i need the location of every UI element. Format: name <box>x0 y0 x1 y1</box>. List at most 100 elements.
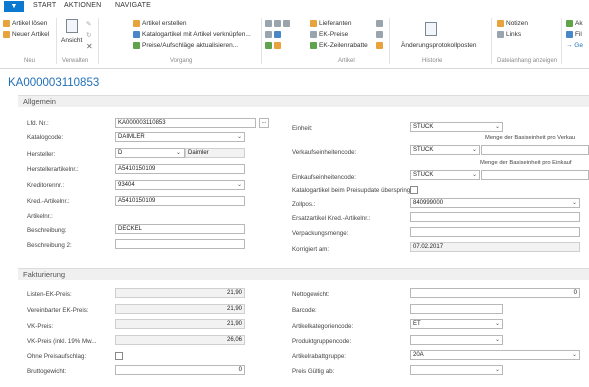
package-icon <box>376 42 383 49</box>
menge-einkauf-note: Menge der Basiseinheit pro Einkauf <box>480 160 572 166</box>
menge-verkauf-note: Menge der Basiseinheit pro Verkau <box>485 135 576 141</box>
section-fakturierung[interactable]: Fakturierung <box>18 268 589 280</box>
nettogewicht-field[interactable]: 0 <box>410 288 580 298</box>
preise-aktualisieren-button[interactable]: Preise/Aufschläge aktualisieren... <box>133 42 238 49</box>
tab-aktionen[interactable]: AKTIONEN <box>64 2 101 9</box>
excel-icon <box>265 42 272 49</box>
ansicht-button[interactable]: Ansicht <box>61 37 82 44</box>
artikel-extra-2[interactable] <box>376 31 383 38</box>
lfd-nr-field[interactable]: KA000003110853 <box>115 118 256 128</box>
beschreibung2-label: Beschreibung 2: <box>27 242 72 249</box>
beschreibung-field[interactable]: DECKEL <box>115 224 245 234</box>
artikelkategorie-field[interactable]: ET <box>410 319 503 329</box>
group-label-artikel: Artikel <box>338 58 355 64</box>
artikelrabattgruppe-field[interactable]: 20A <box>410 350 580 360</box>
artikel-extra-1[interactable] <box>376 20 383 27</box>
filter-icon <box>566 31 573 38</box>
refresh-icon[interactable]: ↻ <box>86 31 91 39</box>
vk-preis-mwst-label: VK-Preis (inkl. 19% Mw... <box>27 338 97 345</box>
small-icons-row-2[interactable] <box>265 31 281 38</box>
edit-icon[interactable]: ✎ <box>86 20 91 28</box>
kreditorennr-field[interactable]: 93404 <box>115 180 245 190</box>
unlink-icon <box>3 20 10 27</box>
links-button[interactable]: Links <box>497 31 521 38</box>
app-menu-button[interactable]: ▼ <box>4 1 24 12</box>
tab-start[interactable]: START <box>33 2 56 9</box>
ersatzartikel-field[interactable] <box>410 212 580 222</box>
small-icons-row-1[interactable] <box>265 20 290 27</box>
ek-zeilenrabatte-button[interactable]: EK-Zeilenrabatte <box>310 42 368 49</box>
hersteller-field[interactable]: D <box>115 148 185 158</box>
section-title: Allgemein <box>23 97 56 106</box>
vk-einheit-field[interactable]: STÜCK <box>410 145 480 155</box>
note-icon <box>497 20 504 27</box>
preis-gueltig-field[interactable] <box>410 365 503 375</box>
barcode-field[interactable] <box>410 304 503 314</box>
change-log-icon <box>425 22 437 36</box>
chevron-down-icon[interactable]: ⌄ <box>176 149 181 156</box>
chevron-down-icon[interactable]: ⌄ <box>472 146 477 153</box>
artikel-erstellen-button[interactable]: Artikel erstellen <box>133 20 186 27</box>
chevron-down-icon[interactable]: ⌄ <box>495 320 500 327</box>
chevron-down-icon[interactable]: ⌄ <box>495 366 500 373</box>
einheit-field[interactable]: STÜCK <box>410 122 503 132</box>
chevron-down-icon[interactable]: ⌄ <box>237 133 242 140</box>
zollpos-field[interactable]: 840999000 <box>410 198 580 208</box>
chevron-down-icon[interactable]: ⌄ <box>237 181 242 188</box>
artikel-loesen-button[interactable]: Artikel lösen <box>3 20 47 27</box>
chevron-down-icon[interactable]: ⌄ <box>472 171 477 178</box>
aktionen-overflow-button[interactable]: Ak <box>566 20 583 27</box>
ohne-preisaufschlag-checkbox[interactable] <box>115 352 123 360</box>
hersteller-name-field: Daimler <box>185 148 245 158</box>
produktgruppe-field[interactable] <box>410 335 503 345</box>
delete-icon[interactable]: ✕ <box>86 42 93 51</box>
aenderungsprotokoll-button[interactable]: Änderungsprotokollposten <box>401 42 477 49</box>
bruttogewicht-field[interactable]: 0 <box>115 365 245 375</box>
verpackungsmenge-field[interactable] <box>410 227 580 237</box>
chevron-down-icon[interactable]: ⌄ <box>572 199 577 206</box>
group-label-dateianhang: Dateianhang anzeigen <box>497 58 558 64</box>
lieferanten-button[interactable]: Lieferanten <box>310 20 352 27</box>
chevron-down-icon[interactable]: ⌄ <box>572 351 577 358</box>
tab-navigate[interactable]: NAVIGATE <box>115 2 151 9</box>
create-item-icon <box>133 20 140 27</box>
ek-einheit-field[interactable]: STÜCK <box>410 170 480 180</box>
herstellerartikelnr-field[interactable]: A5410150109 <box>115 164 245 174</box>
filter-overflow-button[interactable]: Fil <box>566 31 582 38</box>
vk-preis-mwst-field: 26,06 <box>115 335 245 345</box>
assist-button[interactable]: ... <box>259 118 269 128</box>
vendor-icon <box>310 20 317 27</box>
add-icon <box>274 31 281 38</box>
list-icon <box>265 20 272 27</box>
link-icon <box>133 31 140 38</box>
neuer-artikel-button[interactable]: Neuer Artikel <box>3 31 49 38</box>
small-icons-row-3[interactable] <box>265 42 281 49</box>
einheit-label: Einheit: <box>292 125 313 132</box>
notizen-button[interactable]: Notizen <box>497 20 528 27</box>
group-separator <box>261 18 262 64</box>
section-allgemein[interactable]: Allgemein <box>18 95 589 107</box>
menge-einkauf-field[interactable] <box>481 170 589 180</box>
chevron-down-icon[interactable]: ⌄ <box>495 336 500 343</box>
grid-icon <box>376 20 383 27</box>
beschreibung2-field[interactable] <box>115 239 245 249</box>
katalogartikel-verknuepfen-button[interactable]: Katalogartikel mit Artikel verknüpfen... <box>133 31 251 38</box>
chevron-down-icon[interactable]: ⌄ <box>495 123 500 130</box>
card-icon <box>283 20 290 27</box>
ek-preise-button[interactable]: EK-Preise <box>310 31 348 38</box>
menge-verkauf-field[interactable] <box>481 145 589 155</box>
katalog-preisupdate-checkbox[interactable] <box>410 186 418 194</box>
artikel-extra-3[interactable] <box>376 42 383 49</box>
kred-artikelnr-field[interactable]: A5410150109 <box>115 196 245 206</box>
link-doc-icon <box>497 31 504 38</box>
zollpos-label: Zollpos.: <box>292 201 316 208</box>
preis-gueltig-label: Preis Gültig ab: <box>292 368 335 375</box>
vereinbarter-ek-field: 21,90 <box>115 304 245 314</box>
katalogcode-field[interactable]: DAIMLER <box>115 132 245 142</box>
verpackungsmenge-label: Verpackungsmenge: <box>292 230 349 237</box>
grid-icon <box>376 31 383 38</box>
nettogewicht-label: Nettogewicht: <box>292 291 330 298</box>
goto-overflow-button[interactable]: → Ge <box>566 42 583 49</box>
vk-preis-field: 21,90 <box>115 319 245 329</box>
discount-icon <box>310 42 317 49</box>
